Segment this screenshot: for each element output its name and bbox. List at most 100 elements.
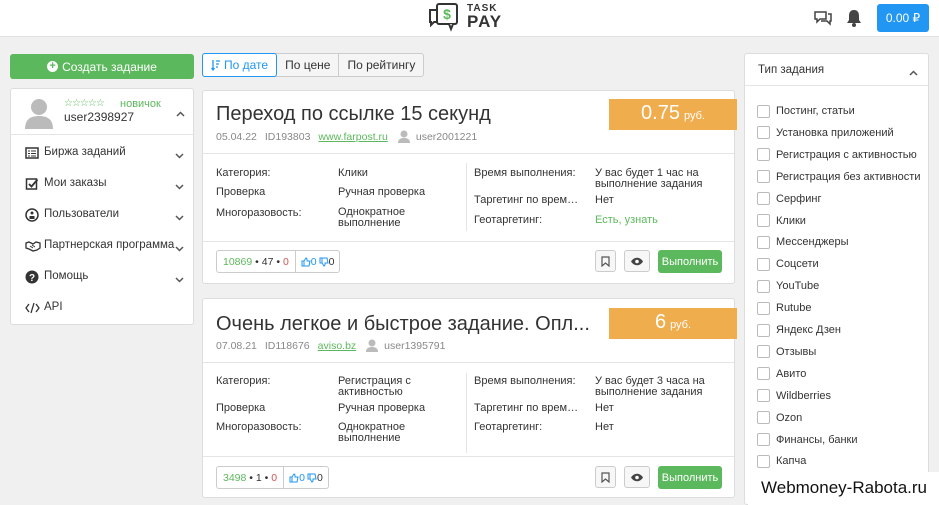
- divider: [203, 362, 734, 363]
- filter-option[interactable]: Установка приложений: [757, 125, 894, 141]
- geo-targeting-label: Геотаргетинг:: [474, 214, 543, 226]
- filter-option[interactable]: Мессенджеры: [757, 234, 849, 250]
- filter-option[interactable]: Соцсети: [757, 256, 819, 272]
- filter-option[interactable]: Финансы, банки: [757, 432, 858, 448]
- geo-targeting-link[interactable]: Есть, узнать: [595, 215, 715, 226]
- filter-option[interactable]: Капча: [757, 453, 806, 469]
- sidebar-item-task-exchange[interactable]: Биржа заданий: [11, 137, 193, 168]
- filter-checkbox[interactable]: [757, 301, 770, 315]
- create-task-button[interactable]: + Создать задание: [10, 54, 194, 79]
- filter-option-label: Клики: [776, 214, 806, 227]
- bookmark-button[interactable]: [595, 250, 616, 272]
- sidebar-item-help[interactable]: ? Помощь: [11, 261, 193, 292]
- task-title[interactable]: Переход по ссылке 15 секунд: [216, 103, 606, 126]
- task-title[interactable]: Очень легкое и быстрое задание. Опл...: [216, 313, 606, 336]
- filter-checkbox[interactable]: [757, 367, 770, 381]
- thumbs-up-icon[interactable]: [289, 472, 299, 483]
- divider: [466, 163, 467, 231]
- task-author[interactable]: user1395791: [384, 340, 445, 352]
- check-square-icon: [25, 177, 39, 191]
- tab-sort-by-price[interactable]: По цене: [277, 54, 340, 76]
- tab-sort-by-rating[interactable]: По рейтингу: [339, 54, 423, 76]
- taskpay-logo[interactable]: $ TASK PAY: [427, 2, 502, 32]
- stat-pending: 47: [261, 255, 274, 268]
- task-site-link[interactable]: aviso.bz: [318, 340, 357, 352]
- chevron-up-icon[interactable]: [176, 106, 185, 120]
- bell-icon[interactable]: [845, 8, 865, 28]
- user-rank: новичок: [120, 98, 161, 110]
- balance-button[interactable]: 0.00 ₽: [877, 4, 929, 32]
- filter-checkbox[interactable]: [757, 235, 770, 249]
- filter-checkbox[interactable]: [757, 257, 770, 271]
- filter-option[interactable]: Ozon: [757, 410, 802, 426]
- task-date: 07.08.21: [216, 339, 257, 352]
- thumbs-down-icon[interactable]: [319, 257, 329, 267]
- sidebar-item-users[interactable]: Пользователи: [11, 199, 193, 230]
- filter-option[interactable]: Серфинг: [757, 191, 821, 207]
- sidebar-item-my-orders[interactable]: Мои заказы: [11, 168, 193, 199]
- sidebar-item-label: Биржа заданий: [44, 146, 126, 158]
- filter-checkbox[interactable]: [757, 192, 770, 206]
- task-author[interactable]: user2001221: [416, 131, 477, 143]
- filter-checkbox[interactable]: [757, 279, 770, 293]
- filter-checkbox[interactable]: [757, 411, 770, 425]
- filter-checkbox[interactable]: [757, 126, 770, 140]
- task-meta: 07.08.21 ID118676 aviso.bz user1395791: [216, 339, 445, 352]
- time-targeting-label: Таргетинг по врем…: [474, 194, 579, 206]
- filter-option[interactable]: YouTube: [757, 278, 819, 294]
- chat-icon[interactable]: [813, 8, 833, 28]
- sidebar-item-api[interactable]: API: [11, 292, 193, 323]
- rating-stars: ☆☆☆☆☆: [64, 98, 105, 109]
- preview-button[interactable]: [624, 250, 650, 272]
- code-icon: [25, 301, 40, 315]
- stat-done: 3498: [223, 471, 247, 484]
- filter-option-label: Яндекс Дзен: [776, 324, 841, 336]
- filter-option-label: YouTube: [776, 280, 820, 293]
- filter-option[interactable]: Яндекс Дзен: [757, 322, 841, 338]
- filter-checkbox[interactable]: [757, 214, 770, 227]
- task-card: Переход по ссылке 15 секунд 0.75 руб. 05…: [202, 90, 737, 284]
- chevron-down-icon: [175, 148, 184, 162]
- filter-option[interactable]: Отзывы: [757, 344, 816, 360]
- chevron-up-icon[interactable]: [909, 65, 918, 79]
- execute-button[interactable]: Выполнить: [658, 466, 722, 489]
- filter-option[interactable]: Регистрация без активности: [757, 169, 920, 185]
- filter-option[interactable]: Регистрация с активностью: [757, 147, 917, 163]
- filter-option[interactable]: Клики: [757, 213, 806, 229]
- user-profile[interactable]: ☆☆☆☆☆ новичок user2398927: [11, 89, 193, 135]
- chevron-down-icon: [175, 179, 184, 193]
- task-stats: 3498 • 1 • 0 0 0: [216, 466, 329, 489]
- filter-option[interactable]: Постинг, статьи: [757, 103, 855, 119]
- filter-checkbox[interactable]: [757, 433, 770, 446]
- geo-targeting-label: Геотаргетинг:: [474, 421, 543, 433]
- sidebar-item-partner-program[interactable]: Партнерская программа: [11, 230, 193, 261]
- top-header: $ TASK PAY 0.00 ₽: [0, 0, 939, 37]
- filter-option[interactable]: Авито: [757, 366, 806, 382]
- bookmark-button[interactable]: [595, 466, 616, 488]
- watermark: Webmoney-Rabota.ru: [748, 472, 939, 505]
- filter-checkbox[interactable]: [757, 148, 770, 162]
- category-value: Регистрация с активностью: [338, 375, 411, 398]
- filter-checkbox[interactable]: [757, 389, 770, 403]
- task-meta: 05.04.22 ID193803 www.farpost.ru user200…: [216, 130, 477, 143]
- filter-checkbox[interactable]: [757, 170, 770, 184]
- filter-checkbox[interactable]: [757, 345, 770, 359]
- filter-option[interactable]: Rutube: [757, 300, 811, 316]
- filter-title: Тип задания: [758, 64, 825, 76]
- execute-button[interactable]: Выполнить: [658, 250, 722, 273]
- question-circle-icon: ?: [25, 270, 39, 284]
- filter-checkbox[interactable]: [757, 323, 770, 337]
- eye-icon: [631, 257, 643, 265]
- filter-checkbox[interactable]: [757, 454, 770, 468]
- logo-text-bottom: PAY: [467, 12, 503, 31]
- thumbs-up-icon[interactable]: [301, 256, 311, 267]
- tab-sort-by-date[interactable]: По дате: [202, 53, 278, 77]
- filter-checkbox[interactable]: [757, 104, 770, 118]
- divider: [203, 153, 734, 154]
- filter-header[interactable]: Тип задания: [745, 54, 928, 86]
- preview-button[interactable]: [624, 466, 650, 488]
- filter-option[interactable]: Wildberries: [757, 388, 831, 404]
- thumbs-down-icon[interactable]: [307, 473, 317, 483]
- task-site-link[interactable]: www.farpost.ru: [318, 131, 387, 143]
- filter-option-label: Установка приложений: [776, 126, 894, 139]
